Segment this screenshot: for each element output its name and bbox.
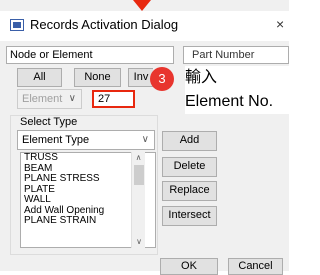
close-icon[interactable]: × (276, 16, 284, 32)
none-button[interactable]: None (74, 68, 121, 87)
add-button[interactable]: Add (162, 131, 217, 151)
chevron-down-icon: ∨ (68, 93, 76, 104)
intersect-button[interactable]: Intersect (162, 206, 217, 226)
select-type-combo[interactable]: Element Type ∨ (17, 130, 155, 150)
callout-line-1: 輸入 (185, 69, 218, 86)
part-number-header: Part Number (183, 46, 289, 64)
callout-line-2: Element No. (185, 93, 274, 110)
window-title: Records Activation Dialog (30, 17, 179, 32)
callout-number-badge: 3 (150, 67, 174, 91)
ok-button[interactable]: OK (160, 258, 218, 275)
node-or-element-header: Node or Element (6, 46, 174, 64)
window-icon (10, 19, 24, 31)
all-button[interactable]: All (17, 68, 62, 87)
list-scrollbar[interactable]: ∧ ∨ (131, 152, 145, 248)
callout-annotation: 輸入 Element No. (185, 66, 289, 114)
scroll-thumb[interactable] (133, 165, 144, 185)
select-type-combo-value: Element Type (22, 134, 90, 146)
replace-button[interactable]: Replace (162, 181, 217, 201)
element-type-combo[interactable]: Element ∨ (17, 89, 82, 109)
select-type-label: Select Type (20, 116, 78, 128)
element-combo-value: Element (22, 93, 63, 105)
scroll-up-icon[interactable]: ∧ (132, 153, 145, 163)
scroll-down-icon[interactable]: ∨ (132, 237, 146, 246)
element-id-input[interactable]: 27 (92, 90, 135, 108)
pointer-arrow-icon (133, 0, 151, 11)
delete-button[interactable]: Delete (162, 157, 217, 177)
chevron-down-icon: ∨ (141, 134, 149, 145)
cancel-button[interactable]: Cancel (228, 258, 283, 275)
